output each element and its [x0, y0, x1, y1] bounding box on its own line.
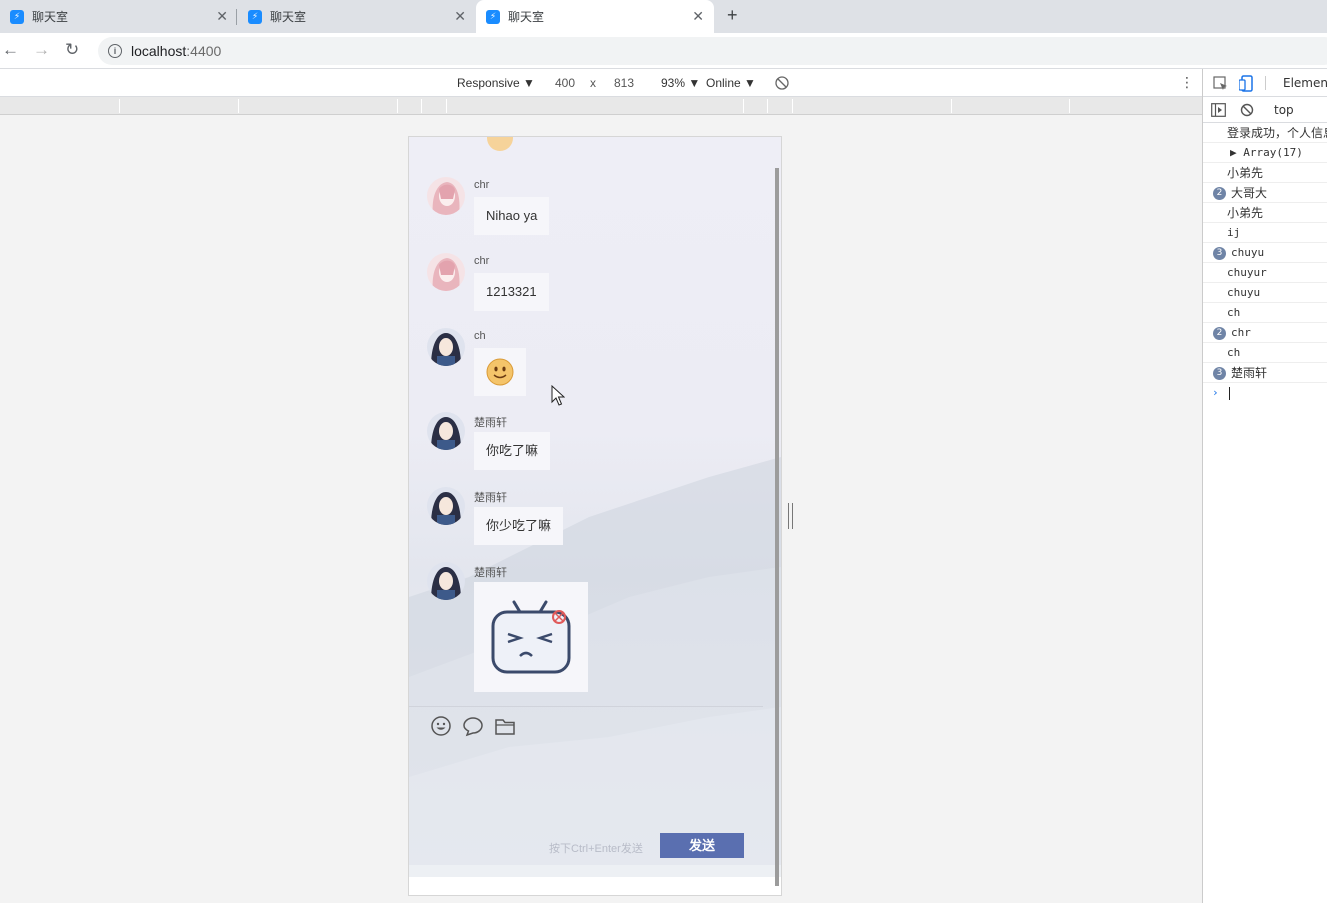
viewport-resize-handle[interactable] — [788, 503, 793, 529]
tab-separator — [236, 9, 237, 25]
devtools-panel: Element top 登录成功，个人信息 ▶ Array(17) 小弟先 2大… — [1202, 69, 1327, 903]
emoji-icon[interactable] — [430, 715, 452, 737]
media-query-bar — [0, 97, 1202, 115]
tab-close-icon[interactable]: ✕ — [216, 8, 228, 25]
console-log-line: chuyur — [1203, 263, 1327, 283]
sidebar-toggle-icon[interactable] — [1211, 103, 1226, 117]
message-bubble: 你吃了嘛 — [474, 432, 551, 470]
context-select[interactable]: top — [1274, 103, 1294, 117]
device-toolbar: Responsive ▼ 400 x 813 93% ▼ Online ▼ ⋮ — [0, 69, 1202, 97]
folder-icon[interactable] — [494, 715, 516, 737]
send-button[interactable]: 发送 — [660, 833, 744, 858]
console-log-line: 小弟先 — [1203, 203, 1327, 223]
console-log-line: 3 chuyu — [1203, 243, 1327, 263]
new-tab-icon[interactable]: + — [727, 5, 738, 26]
avatar — [427, 328, 465, 366]
chat-bubble-icon[interactable] — [462, 715, 484, 737]
chat-window: chr Nihao ya chr 1213321 ch 楚雨轩 你吃了嘛 楚雨轩… — [408, 136, 782, 896]
repeat-count-badge: 3 — [1213, 247, 1226, 260]
back-icon[interactable]: ← — [2, 40, 19, 60]
tab-title: 聊天室 — [32, 10, 69, 24]
more-options-icon[interactable]: ⋮ — [1180, 74, 1194, 91]
width-input[interactable]: 400 — [555, 76, 575, 90]
inspect-element-icon[interactable] — [1213, 76, 1229, 92]
console-log-line: 3 楚雨轩 — [1203, 363, 1327, 383]
browser-tab[interactable]: ⚡ 聊天室 ✕ — [238, 0, 476, 33]
reload-icon[interactable]: ↻ — [65, 40, 79, 60]
sender-name: ch — [474, 330, 486, 342]
site-info-icon[interactable]: i — [108, 44, 122, 58]
tab-favicon-icon: ⚡ — [10, 9, 24, 24]
console-toolbar: top — [1203, 97, 1327, 123]
sender-name: 楚雨轩 — [474, 417, 507, 429]
network-select[interactable]: Online ▼ — [706, 76, 756, 90]
avatar — [427, 412, 465, 450]
mountain-background — [409, 457, 781, 877]
address-bar[interactable]: i localhost:4400 — [98, 37, 1327, 65]
console-log-line: 小弟先 — [1203, 163, 1327, 183]
console-log-line: 登录成功，个人信息 — [1203, 123, 1327, 143]
elements-tab[interactable]: Element — [1283, 76, 1327, 90]
tab-favicon-icon: ⚡ — [248, 9, 262, 24]
tab-title: 聊天室 — [508, 10, 545, 24]
device-select[interactable]: Responsive ▼ — [457, 76, 535, 90]
sender-name: chr — [474, 179, 490, 191]
tab-strip: ⚡ 聊天室 ✕ ⚡ 聊天室 ✕ ⚡ 聊天室 ✕ + — [0, 0, 1327, 33]
clear-console-icon[interactable] — [1240, 103, 1254, 117]
text-caret — [1229, 386, 1230, 400]
message-bubble: 1213321 — [474, 273, 549, 311]
zoom-select[interactable]: 93% ▼ — [661, 76, 700, 90]
device-toggle-icon[interactable] — [1239, 75, 1255, 92]
tab-close-icon[interactable]: ✕ — [454, 8, 466, 25]
message-bubble: 你少吃了嘛 — [474, 507, 564, 545]
viewport-scrollbar[interactable] — [775, 168, 779, 886]
rotate-icon[interactable] — [775, 76, 789, 93]
repeat-count-badge: 2 — [1213, 187, 1226, 200]
browser-toolbar: ← → ↻ i localhost:4400 — [0, 33, 1327, 69]
message-bubble: Nihao ya — [474, 197, 550, 235]
console-log-line: chuyu — [1203, 283, 1327, 303]
console-log-line: 2 大哥大 — [1203, 183, 1327, 203]
avatar — [427, 177, 465, 215]
console-log-line: ch — [1203, 303, 1327, 323]
avatar — [427, 562, 465, 600]
emulated-viewport: chr Nihao ya chr 1213321 ch 楚雨轩 你吃了嘛 楚雨轩… — [0, 115, 1202, 903]
chat-background: chr Nihao ya chr 1213321 ch 楚雨轩 你吃了嘛 楚雨轩… — [409, 137, 781, 877]
sender-name: chr — [474, 255, 490, 267]
tab-close-icon[interactable]: ✕ — [692, 8, 704, 25]
devtools-toolbar: Element — [1203, 69, 1327, 97]
sender-name: 楚雨轩 — [474, 567, 507, 579]
smile-emoji-icon — [486, 358, 514, 386]
browser-tab[interactable]: ⚡ 聊天室 ✕ — [0, 0, 238, 33]
mouse-cursor-icon — [551, 385, 565, 406]
console-log-line: 2 chr — [1203, 323, 1327, 343]
dimension-separator: x — [590, 76, 596, 90]
input-divider — [409, 706, 763, 707]
tv-sticker-icon — [491, 600, 571, 674]
avatar — [427, 487, 465, 525]
sticker-bubble — [474, 582, 588, 692]
forward-icon[interactable]: → — [33, 40, 50, 60]
sender-name: 楚雨轩 — [474, 492, 507, 504]
browser-tab-active[interactable]: ⚡ 聊天室 ✕ — [476, 0, 714, 33]
tab-title: 聊天室 — [270, 10, 307, 24]
repeat-count-badge: 2 — [1213, 327, 1226, 340]
console-log-line: ch — [1203, 343, 1327, 363]
console-log-line: ij — [1203, 223, 1327, 243]
prompt-chevron-icon: › — [1212, 386, 1219, 399]
url-host: localhost — [131, 43, 187, 59]
console-log-line[interactable]: ▶ Array(17) — [1203, 143, 1327, 163]
repeat-count-badge: 3 — [1213, 367, 1226, 380]
console-prompt[interactable]: › — [1203, 383, 1327, 403]
url-port: :4400 — [186, 43, 222, 59]
clipped-emoji — [487, 137, 513, 151]
input-hint: 按下Ctrl+Enter发送 — [549, 843, 643, 855]
emoji-bubble — [474, 348, 526, 396]
avatar — [427, 253, 465, 291]
tab-favicon-icon: ⚡ — [486, 9, 500, 24]
height-input[interactable]: 813 — [614, 76, 634, 90]
